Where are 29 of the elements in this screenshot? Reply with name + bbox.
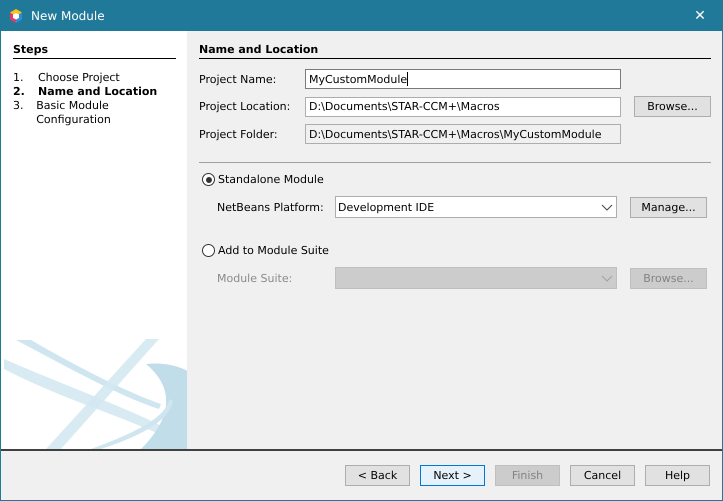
window-title: New Module [31,8,106,22]
step-number: 2. [13,85,26,99]
step-label: Basic Module Configuration [36,99,112,127]
steps-heading: Steps [13,43,176,59]
step-label: Name and Location [38,85,158,99]
step-label: Choose Project [38,71,120,85]
field-label: Project Folder: [199,128,279,140]
app-logo-icon [9,8,23,22]
field-label: Project Location: [199,100,292,113]
field-label: Project Name: [199,72,278,86]
section-heading: Name and Location [199,43,711,59]
radio-button[interactable] [202,244,215,257]
dialog-button[interactable]: < Back [345,465,410,486]
radio-button[interactable] [202,173,215,186]
radio-label: Standalone Module [218,173,324,186]
step-number: 1. [13,71,24,85]
text-field[interactable]: D:\Documents\STAR-CCM+\Macros [305,96,621,116]
step-number: 3. [13,99,24,114]
dialog-button[interactable]: Cancel [570,465,635,486]
text-field[interactable]: MyCustomModule [305,69,621,89]
dialog-button[interactable]: Next > [420,465,485,486]
radio-label: Add to Module Suite [218,244,329,257]
field-label: Module Suite: [217,272,294,284]
dialog-button[interactable]: Help [645,465,710,486]
browse-button[interactable]: Browse... [634,96,711,117]
field-label: NetBeans Platform: [217,200,322,214]
manage-button[interactable]: Manage... [630,196,707,218]
close-button[interactable]: ✕ [677,0,723,31]
dropdown[interactable]: Development IDE [335,196,617,218]
